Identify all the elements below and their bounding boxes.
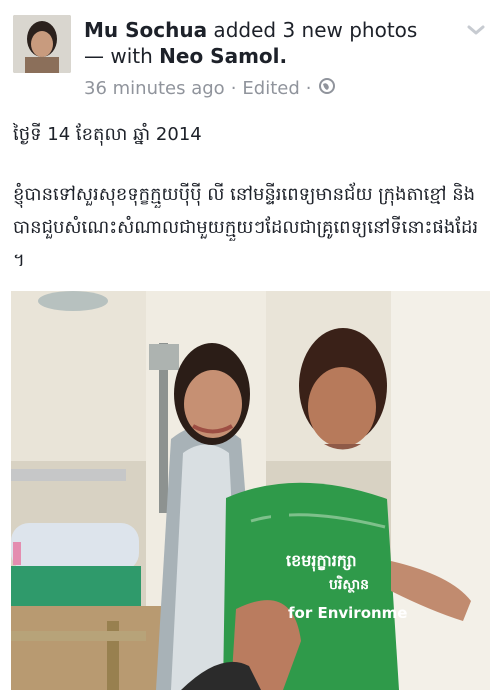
headline: Mu Sochua added 3 new photos — with Neo …: [84, 17, 464, 69]
chevron-down-icon[interactable]: [466, 20, 486, 40]
author-name[interactable]: Mu Sochua: [84, 18, 207, 42]
shirt-text-2: បរិស្ថាន: [329, 575, 369, 593]
with-prefix: — with: [84, 44, 160, 68]
post-body: ខ្ញុំបានទៅសួរសុខទុក្ខក្មួយប៉ីប៉ី លី នៅមន…: [13, 184, 479, 271]
shirt-text-1: ខេមរុក្ខារក្សា: [286, 551, 357, 572]
globe-icon: [318, 77, 336, 100]
avatar[interactable]: [13, 15, 71, 73]
meta-separator: ·: [305, 78, 312, 99]
meta-separator: ·: [230, 78, 237, 99]
shirt-text-3: for Environme: [288, 604, 407, 622]
post-photo[interactable]: ខេមរុក្ខារក្សា បរិស្ថាន for Environme: [11, 291, 490, 690]
facebook-post: Mu Sochua added 3 new photos — with Neo …: [0, 0, 500, 690]
timestamp[interactable]: 36 minutes ago: [84, 78, 225, 99]
tagged-person[interactable]: Neo Samol.: [159, 44, 287, 68]
post-header: Mu Sochua added 3 new photos — with Neo …: [84, 17, 464, 100]
post-date: ថ្ងៃទី 14 ខែតុលា ឆ្នាំ 2014: [13, 124, 202, 145]
edited-label[interactable]: Edited: [242, 78, 299, 99]
post-action: added 3 new photos: [207, 18, 418, 42]
post-meta: 36 minutes ago · Edited ·: [84, 77, 464, 100]
